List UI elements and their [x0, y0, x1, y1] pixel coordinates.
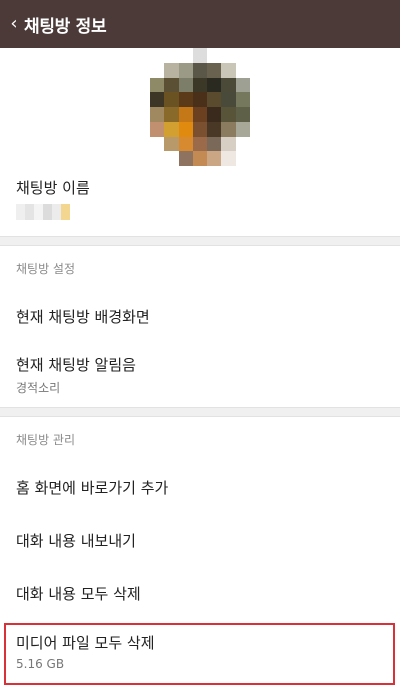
notification-sound-row[interactable]: 현재 채팅방 알림음 경적소리: [0, 343, 400, 407]
delete-all-chat-row[interactable]: 대화 내용 모두 삭제: [0, 567, 400, 620]
avatar[interactable]: [150, 48, 251, 166]
export-chat-label: 대화 내용 내보내기: [16, 531, 136, 550]
chatroom-name-label: 채팅방 이름: [16, 179, 90, 197]
chatroom-name-value-redacted: [16, 204, 384, 220]
section-divider: [0, 407, 400, 417]
notification-sound-label: 현재 채팅방 알림음: [16, 355, 136, 374]
delete-all-media-label: 미디어 파일 모두 삭제: [16, 634, 155, 652]
profile-section: [0, 48, 400, 174]
top-bar: ‹ 채팅방 정보: [0, 0, 400, 48]
export-chat-row[interactable]: 대화 내용 내보내기: [0, 514, 400, 567]
back-arrow-icon[interactable]: ‹: [4, 0, 24, 48]
add-home-shortcut-row[interactable]: 홈 화면에 바로가기 추가: [0, 461, 400, 514]
background-setting-label: 현재 채팅방 배경화면: [16, 307, 150, 326]
media-size-value: 5.16 GB: [16, 657, 65, 671]
settings-section-header: 채팅방 설정: [16, 261, 76, 276]
section-divider: [0, 236, 400, 246]
page-title: 채팅방 정보: [24, 16, 107, 37]
delete-all-media-row[interactable]: 미디어 파일 모두 삭제 5.16 GB: [0, 620, 400, 684]
delete-all-chat-label: 대화 내용 모두 삭제: [16, 584, 141, 603]
chatroom-name-section[interactable]: 채팅방 이름: [0, 178, 400, 236]
manage-section-header: 채팅방 관리: [16, 432, 76, 447]
background-setting-row[interactable]: 현재 채팅방 배경화면: [0, 290, 400, 343]
add-home-shortcut-label: 홈 화면에 바로가기 추가: [16, 478, 169, 497]
notification-sound-value: 경적소리: [16, 380, 61, 395]
